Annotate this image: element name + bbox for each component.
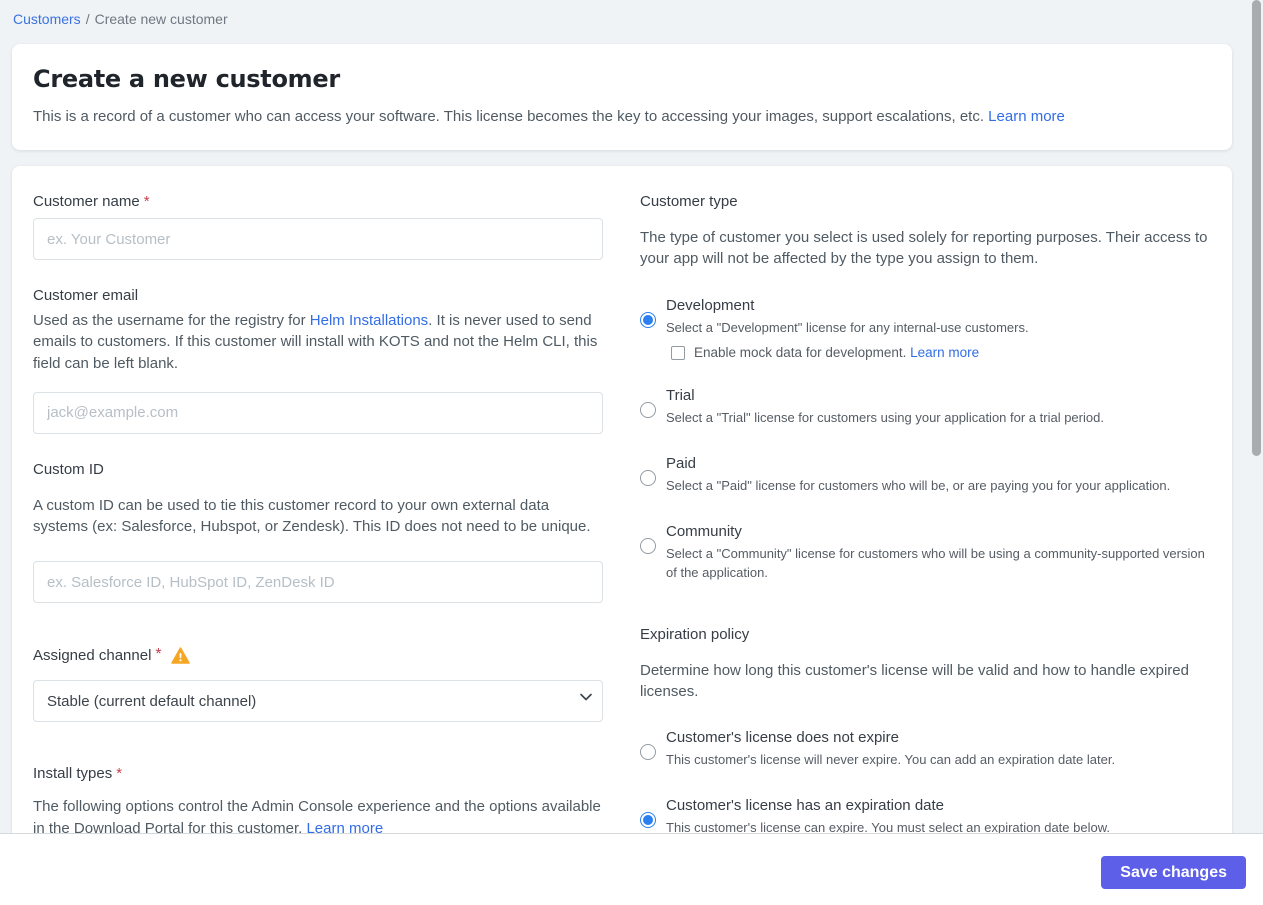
radio-col: [640, 729, 666, 770]
customer-type-description: The type of customer you select is used …: [640, 229, 1208, 268]
mock-data-learn-more-link[interactable]: Learn more: [910, 345, 979, 360]
trial-option-label: Trial: [666, 387, 695, 405]
warning-icon: [170, 647, 190, 664]
assigned-channel-select[interactable]: Stable (current default channel): [33, 680, 603, 723]
no-expire-option-desc: This customer's license will never expir…: [666, 752, 1116, 768]
trial-option-body: Trial Select a "Trial" license for custo…: [666, 387, 1104, 428]
footer-action-bar: Save changes: [0, 833, 1263, 905]
community-option-label: Community: [666, 523, 742, 541]
breadcrumb-customers-link[interactable]: Customers: [13, 11, 81, 27]
custom-id-label: Custom ID: [33, 460, 104, 478]
has-expiration-option-body: Customer's license has an expiration dat…: [666, 797, 1110, 838]
radio-col: [640, 297, 666, 361]
customer-name-label: Customer name *: [33, 193, 603, 210]
helm-installations-link[interactable]: Helm Installations: [310, 312, 428, 329]
customer-type-option-community: Community Select a "Community" license f…: [640, 523, 1211, 583]
no-expire-option-label: Customer's license does not expire: [666, 729, 899, 747]
install-types-label: Install types *: [33, 765, 603, 782]
form-right-column: Customer type The type of customer you s…: [640, 193, 1211, 844]
install-types-label-text: Install types: [33, 765, 113, 783]
required-asterisk: *: [116, 765, 123, 783]
expiration-policy-heading: Expiration policy: [640, 625, 750, 643]
required-asterisk: *: [155, 646, 162, 664]
customer-name-input[interactable]: [33, 218, 603, 260]
mock-data-checkbox-row: Enable mock data for development. Learn …: [671, 345, 1029, 360]
radio-col: [640, 455, 666, 496]
assigned-channel-select-wrap: Stable (current default channel): [33, 680, 603, 723]
no-expire-option-body: Customer's license does not expire This …: [666, 729, 1115, 770]
expiration-option-no-expire: Customer's license does not expire This …: [640, 729, 1211, 770]
header-learn-more-link[interactable]: Learn more: [988, 108, 1065, 125]
development-radio[interactable]: [640, 311, 656, 328]
header-card: Create a new customer This is a record o…: [12, 44, 1232, 150]
breadcrumb: Customers / Create new customer: [0, 0, 1263, 27]
paid-option-label: Paid: [666, 455, 697, 473]
development-option-label: Development: [666, 296, 755, 314]
expiration-policy-section: Expiration policy Determine how long thi…: [640, 626, 1211, 838]
page-title: Create a new customer: [33, 65, 340, 93]
community-option-body: Community Select a "Community" license f…: [666, 523, 1211, 583]
paid-radio[interactable]: [640, 470, 656, 487]
community-radio[interactable]: [640, 538, 656, 555]
mock-data-checkbox-text: Enable mock data for development.: [694, 345, 911, 361]
development-option-body: Development Select a "Development" licen…: [666, 297, 1029, 361]
customer-email-label: Customer email: [33, 287, 139, 304]
trial-option-desc: Select a "Trial" license for customers u…: [666, 410, 1104, 426]
page-description-text: This is a record of a customer who can a…: [33, 108, 989, 125]
customer-type-heading: Customer type: [640, 193, 738, 210]
has-expiration-option-label: Customer's license has an expiration dat…: [666, 797, 945, 815]
assigned-channel-label-row: Assigned channel *: [33, 646, 603, 664]
custom-id-input[interactable]: [33, 561, 603, 604]
expiration-policy-description: Determine how long this customer's licen…: [640, 661, 1189, 701]
expiration-option-has-date: Customer's license has an expiration dat…: [640, 797, 1211, 838]
breadcrumb-separator: /: [85, 11, 90, 27]
radio-col: [640, 387, 666, 428]
paid-option-desc: Select a "Paid" license for customers wh…: [666, 478, 1171, 494]
customer-name-label-text: Customer name: [33, 193, 140, 210]
vertical-scrollbar[interactable]: [1252, 0, 1261, 456]
radio-col: [640, 797, 666, 838]
community-option-desc: Select a "Community" license for custome…: [666, 546, 1205, 580]
customer-type-option-trial: Trial Select a "Trial" license for custo…: [640, 387, 1211, 428]
custom-id-help: A custom ID can be used to tie this cust…: [33, 496, 591, 536]
required-asterisk: *: [143, 193, 150, 210]
form-left-column: Customer name* Customer email Used as th…: [33, 193, 603, 844]
customer-email-input[interactable]: [33, 391, 603, 434]
paid-option-body: Paid Select a "Paid" license for custome…: [666, 455, 1170, 496]
customer-email-help-text-1: Used as the username for the registry fo…: [33, 312, 310, 329]
page-description: This is a record of a customer who can a…: [33, 108, 1211, 125]
radio-col: [640, 523, 666, 583]
save-changes-button[interactable]: Save changes: [1101, 856, 1246, 889]
customer-type-option-paid: Paid Select a "Paid" license for custome…: [640, 455, 1211, 496]
assigned-channel-label: Assigned channel: [33, 646, 152, 664]
mock-data-checkbox-label: Enable mock data for development. Learn …: [694, 345, 979, 360]
customer-type-option-development: Development Select a "Development" licen…: [640, 297, 1211, 361]
no-expire-radio[interactable]: [640, 744, 656, 761]
customer-email-help: Used as the username for the registry fo…: [33, 310, 603, 374]
trial-radio[interactable]: [640, 402, 656, 419]
development-option-desc: Select a "Development" license for any i…: [666, 319, 1029, 335]
mock-data-checkbox[interactable]: [671, 345, 685, 360]
create-customer-form: Customer name* Customer email Used as th…: [12, 166, 1232, 871]
has-expiration-radio[interactable]: [640, 812, 656, 829]
breadcrumb-current: Create new customer: [94, 11, 228, 27]
